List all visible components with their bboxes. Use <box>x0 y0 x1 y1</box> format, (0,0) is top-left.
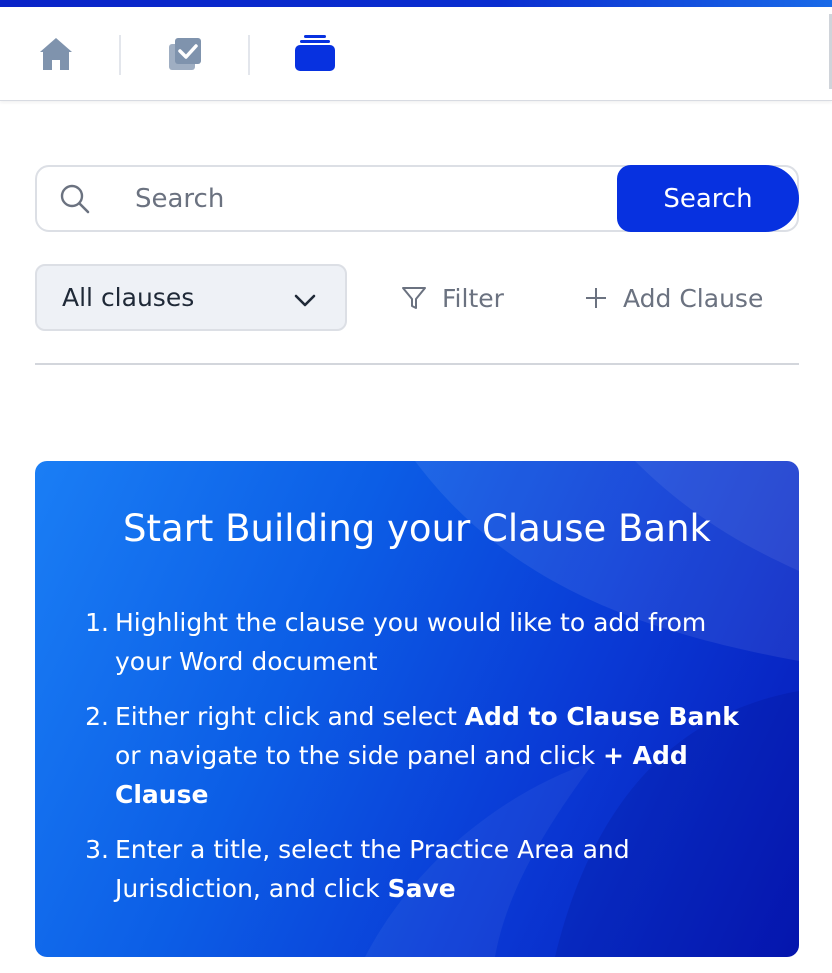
clause-bank-icon <box>295 35 335 71</box>
filter-button[interactable]: Filter <box>400 278 504 318</box>
tab-clause-bank[interactable] <box>293 32 337 76</box>
checklist-icon <box>169 38 201 70</box>
tab-separator <box>248 35 250 75</box>
list-item: 2. Either right click and select Add to … <box>85 697 745 814</box>
tab-home[interactable] <box>34 32 78 76</box>
search-button[interactable]: Search <box>617 165 799 232</box>
instruction-list: 1. Highlight the clause you would like t… <box>85 603 745 924</box>
search-bar: Search <box>35 165 799 232</box>
add-clause-button[interactable]: Add Clause <box>583 278 763 318</box>
filter-label: Filter <box>442 283 504 313</box>
tab-separator <box>119 35 121 75</box>
onboarding-card: Start Building your Clause Bank 1. Highl… <box>35 461 799 957</box>
home-icon <box>40 38 72 70</box>
step-number: 3. <box>85 835 109 864</box>
step-emphasis: Add to Clause Bank <box>464 702 739 731</box>
tab-review[interactable] <box>163 32 207 76</box>
tab-bar <box>0 7 832 101</box>
add-clause-label: Add Clause <box>623 283 764 313</box>
search-icon <box>60 184 90 214</box>
step-text: Either right click and select <box>115 702 465 731</box>
step-text: Enter a title, select the Practice Area … <box>115 835 630 903</box>
list-item: 3. Enter a title, select the Practice Ar… <box>85 830 745 908</box>
top-accent-bar <box>0 0 832 7</box>
step-number: 2. <box>85 702 109 731</box>
select-value: All clauses <box>62 283 195 312</box>
step-text: Highlight the clause you would like to a… <box>115 608 707 676</box>
divider <box>35 363 799 365</box>
clause-filter-select[interactable]: All clauses <box>35 264 347 331</box>
chevron-down-icon <box>294 294 316 307</box>
step-number: 1. <box>85 608 109 637</box>
list-item: 1. Highlight the clause you would like t… <box>85 603 745 681</box>
filter-icon <box>402 287 426 309</box>
step-text: or navigate to the side panel and click <box>115 741 604 770</box>
plus-icon <box>586 288 606 308</box>
promo-title: Start Building your Clause Bank <box>123 507 711 550</box>
step-emphasis: Save <box>387 874 456 903</box>
search-input[interactable] <box>135 179 605 219</box>
